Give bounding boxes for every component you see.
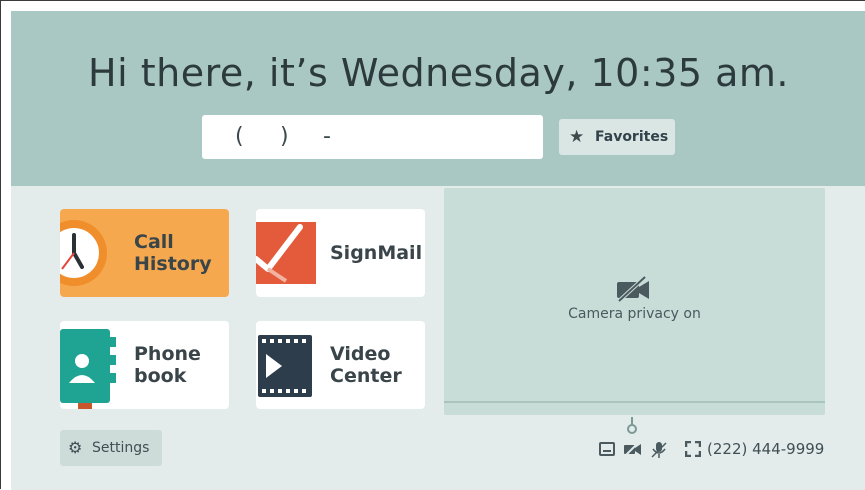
home-screen: Hi there, it’s Wednesday, 10:35 am. ( ) …	[11, 11, 865, 490]
call-history-label: Call History	[134, 231, 212, 275]
own-phone-number: (222) 444-9999	[707, 440, 825, 458]
gear-icon: ⚙	[68, 438, 83, 457]
clock-icon	[60, 220, 107, 286]
caption-icon[interactable]	[599, 441, 615, 457]
camera-privacy-text: Camera privacy on	[568, 306, 701, 322]
fullscreen-icon[interactable]	[685, 441, 701, 457]
panel-divider	[444, 401, 825, 403]
dial-dash: -	[323, 124, 331, 149]
camera-off-icon[interactable]	[623, 441, 643, 457]
app-frame: Hi there, it’s Wednesday, 10:35 am. ( ) …	[0, 0, 865, 490]
favorites-button[interactable]: ★ Favorites	[559, 119, 675, 155]
phonebook-label: Phone book	[134, 343, 201, 387]
dial-input[interactable]: ( ) -	[202, 115, 543, 159]
star-icon: ★	[569, 127, 585, 147]
dial-close-paren: )	[280, 124, 289, 149]
call-history-tile[interactable]: Call History	[60, 209, 229, 297]
video-center-label: Video Center	[330, 343, 402, 387]
greeting-text: Hi there, it’s Wednesday, 10:35 am.	[88, 51, 789, 95]
phonebook-tile[interactable]: Phone book	[60, 321, 229, 409]
settings-button[interactable]: ⚙ Settings	[60, 430, 162, 466]
camera-off-icon	[617, 276, 649, 302]
settings-label: Settings	[92, 440, 150, 456]
signmail-icon	[256, 222, 316, 284]
dial-open-paren: (	[235, 124, 244, 149]
phonebook-icon	[60, 329, 116, 409]
camera-preview-panel: Camera privacy on	[444, 188, 825, 415]
mic-off-icon[interactable]	[651, 441, 667, 459]
signmail-tile[interactable]: SignMail	[256, 209, 425, 297]
video-center-tile[interactable]: Video Center	[256, 321, 425, 409]
signmail-label: SignMail	[330, 242, 423, 264]
camera-pan-handle-icon[interactable]	[626, 417, 638, 435]
film-icon	[258, 335, 312, 397]
header: Hi there, it’s Wednesday, 10:35 am. ( ) …	[11, 11, 865, 186]
favorites-label: Favorites	[595, 129, 669, 145]
